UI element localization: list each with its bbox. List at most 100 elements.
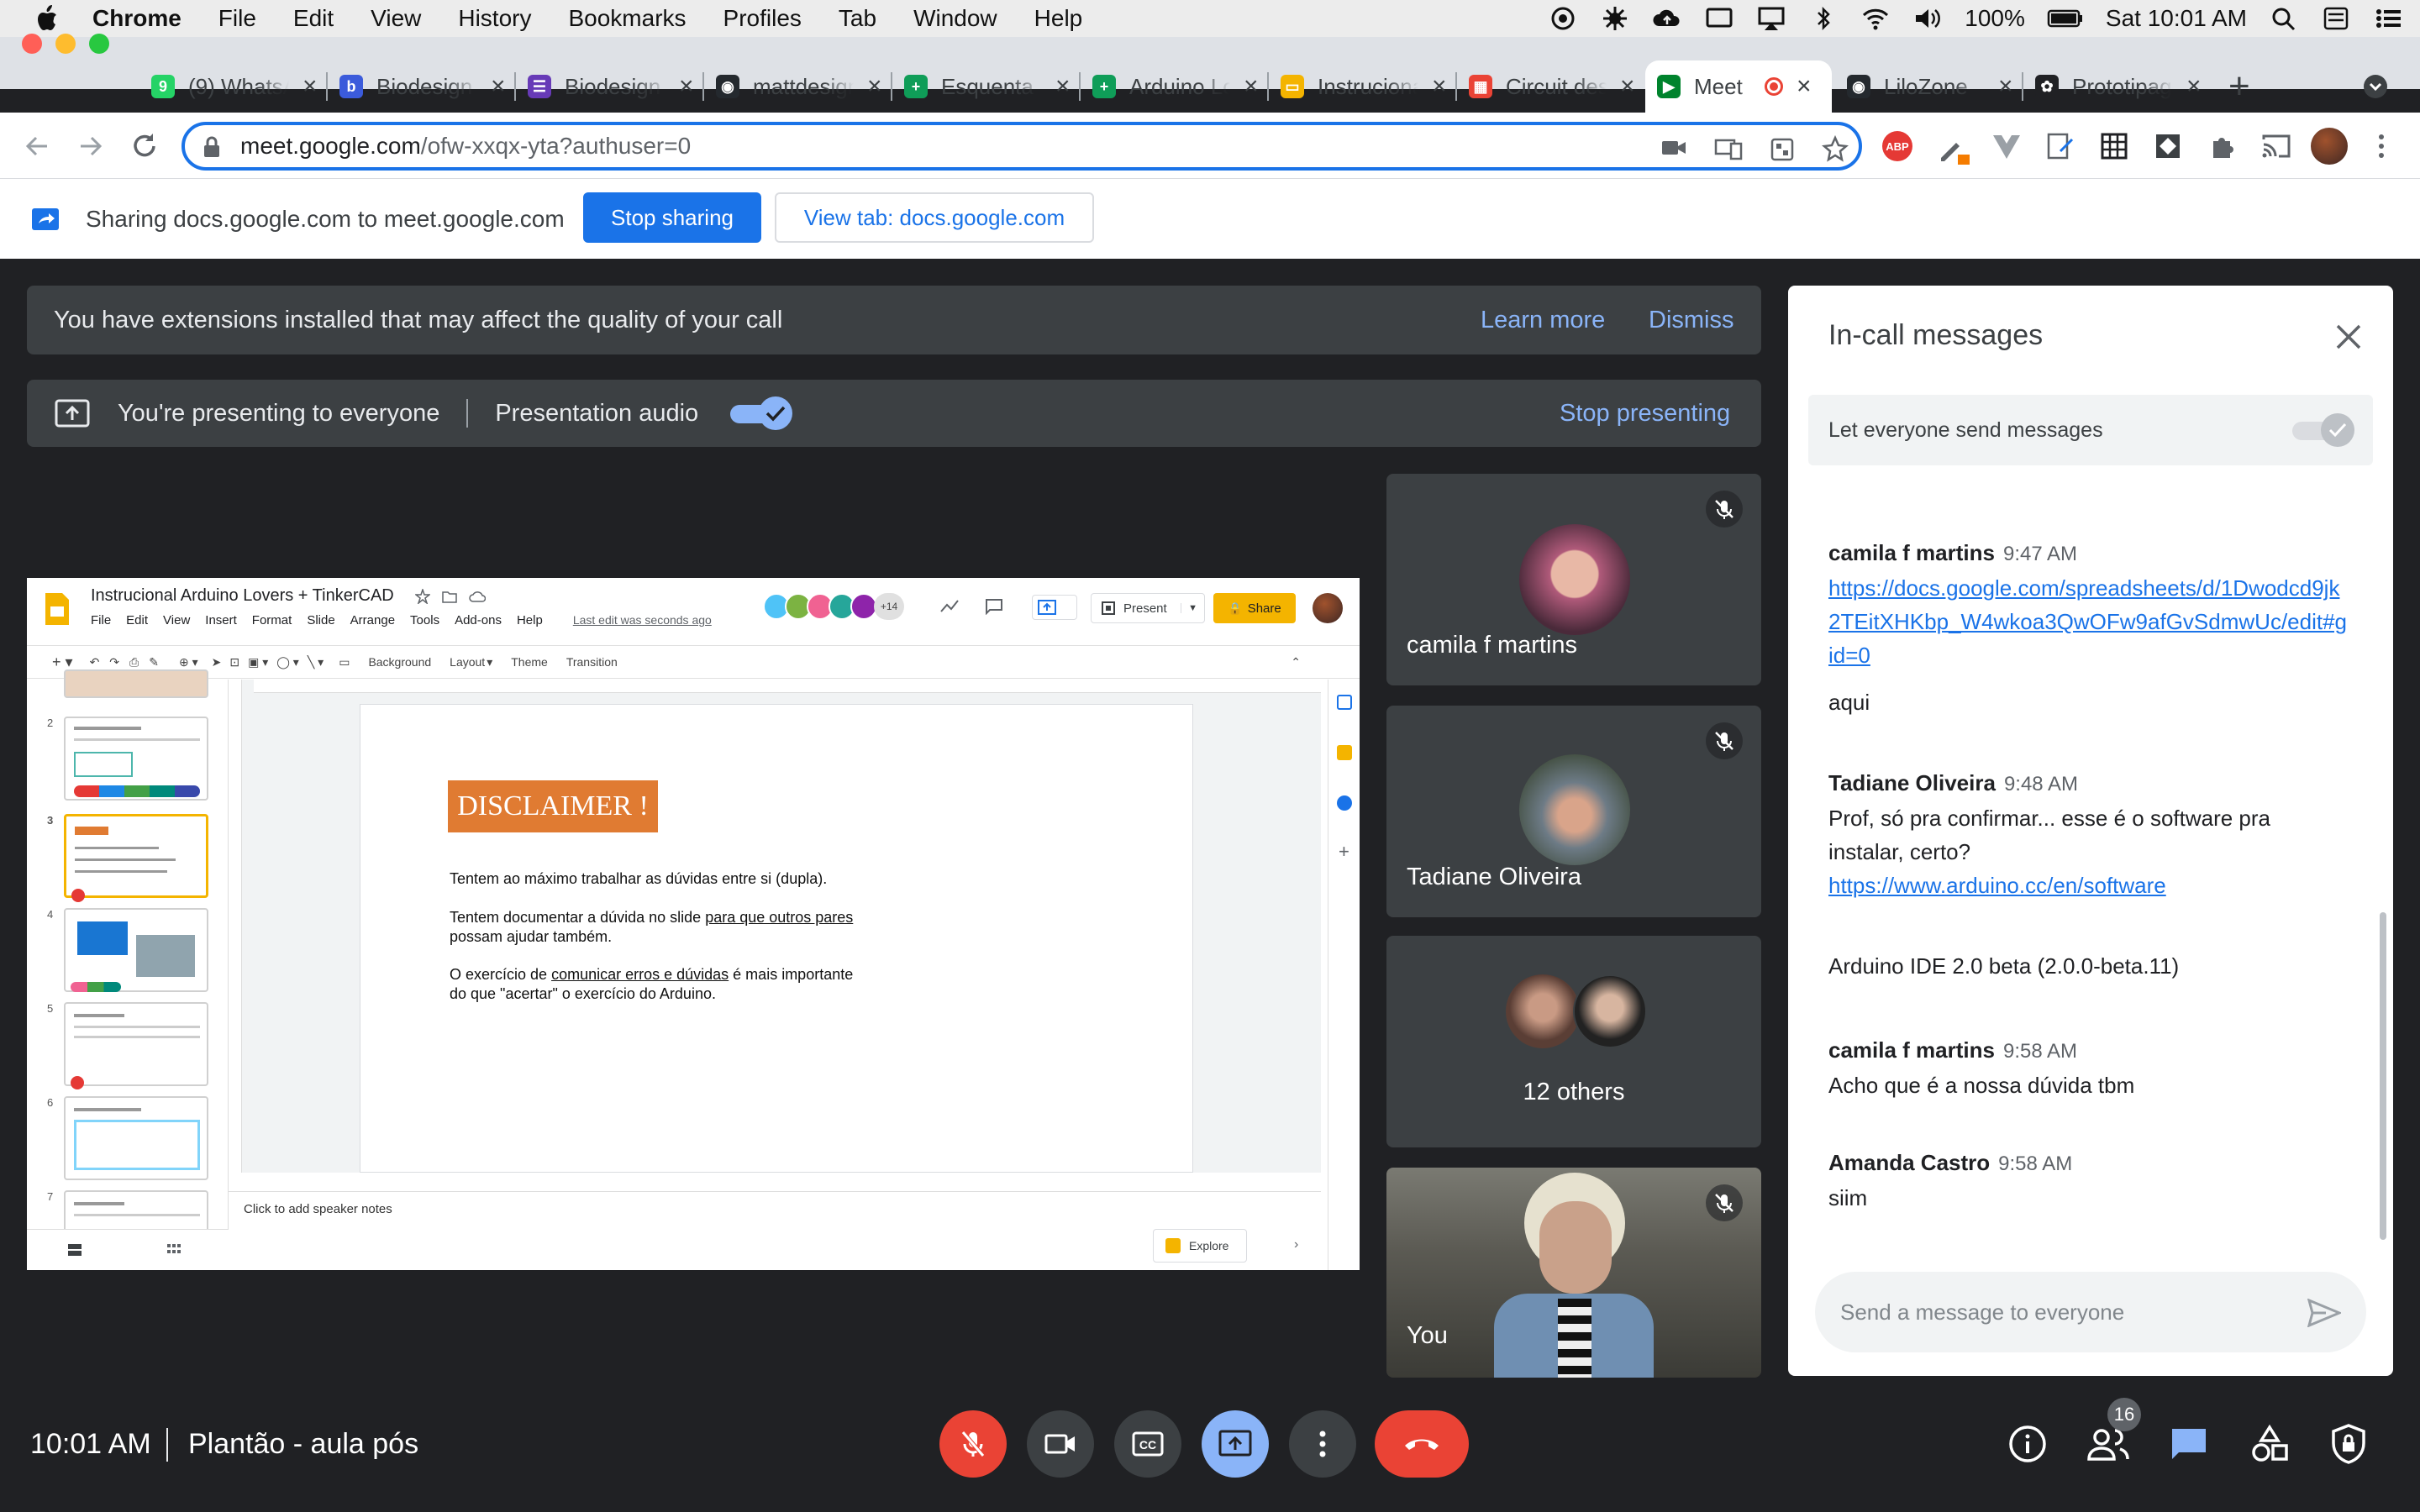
display-icon[interactable] — [1704, 6, 1734, 31]
share-button[interactable]: 🔒 Share — [1213, 593, 1296, 623]
slide-thumbnail[interactable] — [64, 669, 208, 698]
notification-center-icon[interactable] — [2373, 6, 2403, 31]
move-folder-icon[interactable] — [442, 589, 457, 604]
volume-icon[interactable] — [1912, 6, 1943, 31]
transition-button[interactable]: Transition — [566, 655, 618, 669]
select-icon[interactable]: ➤ — [212, 655, 222, 669]
chat-button[interactable] — [2165, 1420, 2213, 1468]
close-icon[interactable] — [2334, 323, 2363, 351]
paint-format-icon[interactable]: ✎ — [149, 655, 159, 669]
slides-menu-tools[interactable]: Tools — [410, 613, 439, 627]
present-now-button[interactable] — [1202, 1410, 1269, 1478]
menu-history[interactable]: History — [458, 5, 531, 32]
browser-tab[interactable]: + Esquenta × — [904, 60, 1079, 113]
close-tab-icon[interactable]: × — [2186, 72, 2202, 101]
image-icon[interactable]: ▣ ▾ — [248, 655, 268, 669]
google-slides-icon[interactable] — [44, 591, 71, 627]
collapse-toolbar-icon[interactable]: ⌃ — [1291, 655, 1301, 669]
stop-sharing-button[interactable]: Stop sharing — [583, 192, 761, 243]
camera-permission-icon[interactable] — [1660, 137, 1687, 159]
calendar-icon[interactable] — [1337, 695, 1352, 710]
view-tab-button[interactable]: View tab: docs.google.com — [775, 192, 1094, 243]
redo-icon[interactable]: ↷ — [109, 655, 119, 669]
slides-account-avatar[interactable] — [1313, 593, 1343, 623]
layout-button[interactable]: Layout — [450, 655, 485, 669]
browser-tab[interactable]: ☰ Biodesign × — [528, 60, 702, 113]
get-addons-icon[interactable]: + — [1339, 841, 1349, 863]
close-tab-icon[interactable]: × — [491, 72, 506, 101]
layout-caret[interactable]: ▾ — [487, 655, 492, 669]
menu-help[interactable]: Help — [1034, 5, 1083, 32]
menu-view[interactable]: View — [371, 5, 421, 32]
creative-cloud-icon[interactable] — [1548, 6, 1578, 31]
others-tile[interactable]: 12 others — [1386, 936, 1761, 1147]
menubar-clock[interactable]: Sat 10:01 AM — [2106, 5, 2247, 32]
show-everyone-button[interactable]: 16 — [2084, 1398, 2141, 1468]
presentation-title[interactable]: Instrucional Arduino Lovers + TinkerCAD — [91, 586, 394, 606]
bookmark-star-icon[interactable] — [1822, 135, 1849, 162]
star-icon[interactable] — [415, 589, 430, 604]
browser-tab[interactable]: 9 (9) WhatsApp × — [151, 60, 326, 113]
stop-presenting-button[interactable]: Stop presenting — [1560, 400, 1730, 428]
filmstrip-view-icon[interactable] — [67, 1243, 82, 1257]
forward-arrow-icon[interactable] — [76, 131, 106, 161]
close-tab-icon[interactable]: × — [867, 72, 882, 101]
profile-avatar[interactable] — [2311, 128, 2348, 165]
qr-code-icon[interactable] — [1770, 137, 1795, 162]
menu-chrome[interactable]: Chrome — [92, 5, 182, 32]
activities-button[interactable] — [2245, 1420, 2294, 1468]
message-link[interactable]: https://docs.google.com/spreadsheets/d/1… — [1828, 575, 2347, 668]
menu-window[interactable]: Window — [913, 5, 997, 32]
close-tab-icon[interactable]: × — [302, 72, 318, 101]
slide-thumbnail-selected[interactable] — [64, 814, 208, 902]
cloud-status-icon[interactable] — [469, 589, 486, 604]
close-tab-icon[interactable]: × — [679, 72, 694, 101]
sun-gear-icon[interactable] — [1600, 6, 1630, 31]
leave-call-button[interactable] — [1375, 1410, 1469, 1478]
slides-menu-insert[interactable]: Insert — [205, 613, 237, 627]
new-slide-button[interactable]: + ▾ — [52, 654, 73, 671]
menu-edit[interactable]: Edit — [293, 5, 334, 32]
slide-thumbnail[interactable] — [64, 1096, 208, 1180]
presentation-audio-toggle[interactable] — [730, 396, 793, 430]
microphone-off-button[interactable] — [939, 1410, 1007, 1478]
close-tab-icon[interactable]: × — [1998, 72, 2013, 101]
wifi-icon[interactable] — [1860, 6, 1891, 31]
notes-extension-icon[interactable] — [2045, 131, 2075, 161]
vue-devtools-icon[interactable] — [1991, 133, 2022, 161]
comment-icon[interactable]: ▭ — [339, 655, 350, 669]
tasks-icon[interactable] — [1337, 795, 1352, 811]
slide-thumbnail[interactable] — [64, 908, 208, 992]
activity-dashboard-icon[interactable] — [939, 598, 960, 615]
battery-icon[interactable] — [2047, 6, 2084, 31]
lock-icon[interactable] — [200, 135, 224, 159]
print-icon[interactable]: ⎙ — [129, 655, 139, 669]
tab-search-button[interactable] — [2363, 60, 2396, 113]
table-extension-icon[interactable] — [2099, 131, 2129, 161]
host-controls-button[interactable] — [2324, 1420, 2373, 1468]
learn-more-link[interactable]: Learn more — [1481, 307, 1605, 334]
speaker-notes[interactable]: Click to add speaker notes Explore › — [229, 1191, 1321, 1270]
eyedropper-extension-icon[interactable] — [1936, 129, 1970, 165]
back-arrow-icon[interactable] — [22, 131, 52, 161]
more-vertical-icon[interactable] — [2373, 131, 2390, 161]
browser-tab[interactable]: ▭ Instrucional × — [1281, 60, 1455, 113]
browser-tab[interactable]: ✿ Prototipagem × — [2035, 60, 2210, 113]
comments-icon[interactable] — [985, 598, 1003, 615]
send-icon[interactable] — [2307, 1299, 2341, 1327]
last-edit-link[interactable]: Last edit was seconds ago — [573, 613, 712, 627]
chat-scrollbar[interactable] — [2380, 912, 2386, 1240]
line-icon[interactable]: ╲ ▾ — [308, 655, 324, 669]
more-options-button[interactable] — [1289, 1410, 1356, 1478]
shape-icon[interactable]: ◯ ▾ — [276, 655, 299, 669]
close-tab-icon[interactable]: × — [1244, 72, 1259, 101]
slides-menu-file[interactable]: File — [91, 613, 111, 627]
minimize-window-button[interactable] — [55, 34, 76, 54]
zoom-icon[interactable]: ⊕ ▾ — [179, 655, 198, 669]
close-tab-icon[interactable]: × — [1055, 72, 1071, 101]
theme-button[interactable]: Theme — [511, 655, 548, 669]
explore-button[interactable]: Explore — [1153, 1229, 1247, 1263]
slides-menu-help[interactable]: Help — [517, 613, 543, 627]
bluetooth-icon[interactable] — [1808, 6, 1839, 31]
address-bar[interactable]: meet.google.com/ofw-xxqx-yta?authuser=0 — [182, 122, 1862, 171]
